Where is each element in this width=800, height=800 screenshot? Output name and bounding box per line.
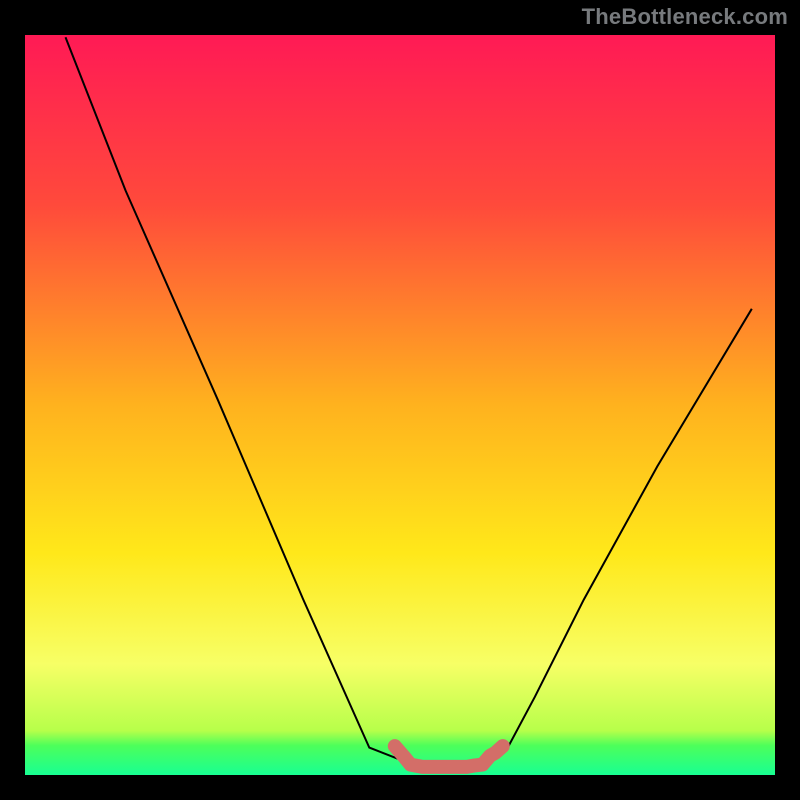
stage: TheBottleneck.com xyxy=(0,0,800,800)
credit-text: TheBottleneck.com xyxy=(582,4,788,30)
gradient-fill xyxy=(25,35,775,775)
bottleneck-chart xyxy=(0,0,800,800)
